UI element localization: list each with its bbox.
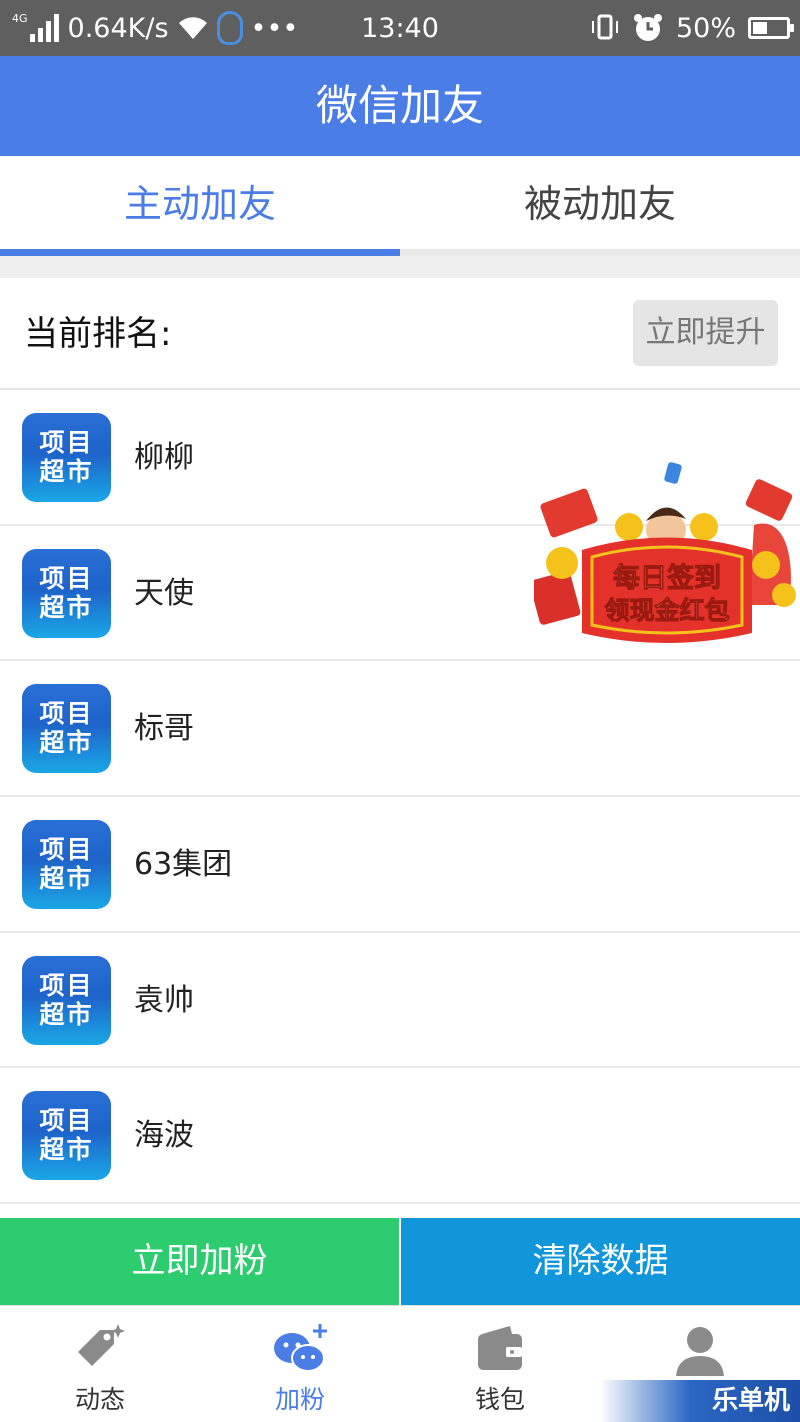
list-item-name: 标哥 bbox=[134, 711, 194, 747]
list-item-name: 袁帅 bbox=[134, 982, 194, 1018]
project-market-logo-icon: 项目 超市 bbox=[22, 955, 111, 1045]
nav-item-feed[interactable]: 动态 bbox=[0, 1306, 200, 1422]
wallet-icon bbox=[478, 1326, 522, 1370]
list-item[interactable]: 项目 超市 海波 bbox=[0, 1068, 800, 1205]
nav-item-add-fans[interactable]: 加粉 bbox=[200, 1306, 400, 1422]
section-divider bbox=[0, 256, 800, 278]
tab-underline bbox=[0, 249, 800, 256]
nav-label-add-fans: 加粉 bbox=[274, 1385, 325, 1414]
list-item[interactable]: 项目 超市 袁帅 bbox=[0, 932, 800, 1069]
logo-text: 超市 bbox=[39, 1135, 94, 1165]
list-item[interactable]: 项目 超市 63集团 bbox=[0, 797, 800, 933]
action-bar: 立即加粉 清除数据 bbox=[0, 1218, 800, 1305]
logo-text: 项目 bbox=[39, 1106, 94, 1136]
project-market-logo-icon: 项目 超市 bbox=[22, 1091, 111, 1181]
tag-icon bbox=[78, 1324, 125, 1366]
tab-bar: 主动加友 被动加友 bbox=[0, 156, 800, 256]
battery-icon bbox=[748, 17, 794, 39]
logo-text: 超市 bbox=[39, 592, 94, 622]
alarm-icon bbox=[633, 14, 662, 41]
logo-text: 项目 bbox=[39, 970, 94, 1000]
project-market-logo-icon: 项目 超市 bbox=[22, 820, 111, 910]
nav-label-wallet: 钱包 bbox=[474, 1385, 525, 1414]
logo-text: 超市 bbox=[39, 864, 94, 894]
logo-text: 项目 bbox=[39, 835, 94, 865]
logo-text: 超市 bbox=[39, 728, 94, 758]
tab-indicator bbox=[0, 249, 400, 256]
clear-data-button[interactable]: 清除数据 bbox=[399, 1218, 800, 1305]
page-title: 微信加友 bbox=[0, 56, 800, 156]
logo-text: 项目 bbox=[39, 428, 94, 457]
person-icon bbox=[676, 1327, 724, 1376]
rank-row: 当前排名: 立即提升 bbox=[0, 278, 800, 390]
logo-text: 超市 bbox=[39, 999, 94, 1029]
daily-checkin-red-packet-badge[interactable]: 每日签到 领现金红包 bbox=[529, 455, 800, 648]
project-market-logo-icon: 项目 超市 bbox=[22, 548, 111, 638]
list-item-name: 海波 bbox=[134, 1118, 194, 1154]
list-item-name: 63集团 bbox=[134, 847, 233, 883]
promo-line2: 领现金红包 bbox=[604, 596, 729, 625]
add-fans-button[interactable]: 立即加粉 bbox=[0, 1218, 399, 1305]
list-item-name: 柳柳 bbox=[134, 440, 194, 475]
watermark: 乐单机 bbox=[600, 1380, 800, 1422]
nav-item-wallet[interactable]: 钱包 bbox=[400, 1306, 600, 1422]
tab-active-add[interactable]: 主动加友 bbox=[0, 156, 400, 256]
list-item-name: 天使 bbox=[134, 575, 194, 611]
vibrate-icon bbox=[591, 14, 618, 40]
status-bar: 4G 0.64K/s ••• 13:40 50% bbox=[0, 0, 800, 56]
project-market-logo-icon: 项目 超市 bbox=[22, 413, 111, 502]
promo-line1: 每日签到 bbox=[613, 562, 721, 594]
list-item[interactable]: 项目 超市 标哥 bbox=[0, 661, 800, 798]
wechat-add-icon bbox=[274, 1324, 327, 1372]
project-market-logo-icon: 项目 超市 bbox=[22, 684, 111, 774]
logo-text: 项目 bbox=[39, 699, 94, 729]
battery-percent: 50% bbox=[675, 12, 736, 44]
logo-text: 项目 bbox=[39, 563, 94, 593]
tab-passive-add[interactable]: 被动加友 bbox=[400, 156, 800, 256]
rank-label: 当前排名: bbox=[24, 314, 172, 354]
logo-text: 超市 bbox=[39, 457, 94, 486]
nav-label-feed: 动态 bbox=[74, 1385, 125, 1414]
promote-button[interactable]: 立即提升 bbox=[633, 300, 778, 366]
